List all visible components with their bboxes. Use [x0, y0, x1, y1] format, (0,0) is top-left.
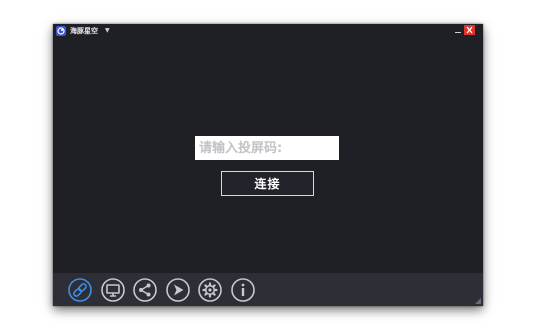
app-title: 海豚星空 — [70, 27, 98, 35]
share-icon — [133, 278, 157, 302]
app-window: 海豚星空 ▼ 连接 — [53, 24, 483, 306]
bottom-toolbar — [53, 273, 483, 306]
screen-mirror-button[interactable] — [101, 278, 125, 302]
link-icon — [68, 278, 92, 302]
send-button[interactable] — [166, 278, 190, 302]
cast-code-input[interactable] — [195, 136, 339, 160]
settings-button[interactable] — [198, 278, 222, 302]
send-icon — [166, 278, 190, 302]
about-button[interactable] — [231, 278, 255, 302]
gear-icon — [198, 278, 222, 302]
resize-grip-icon[interactable] — [475, 298, 481, 304]
monitor-icon — [101, 278, 125, 302]
close-icon — [466, 26, 473, 34]
page: 海豚星空 ▼ 连接 — [0, 0, 553, 330]
close-button[interactable] — [464, 25, 475, 35]
info-icon — [231, 278, 255, 302]
connect-button[interactable]: 连接 — [221, 171, 314, 196]
app-logo-icon — [56, 26, 66, 36]
share-button[interactable] — [133, 278, 157, 302]
title-bar[interactable]: 海豚星空 ▼ — [53, 24, 483, 38]
link-button[interactable] — [68, 278, 92, 302]
chevron-down-icon[interactable]: ▼ — [105, 25, 110, 37]
minimize-button[interactable] — [453, 25, 463, 35]
